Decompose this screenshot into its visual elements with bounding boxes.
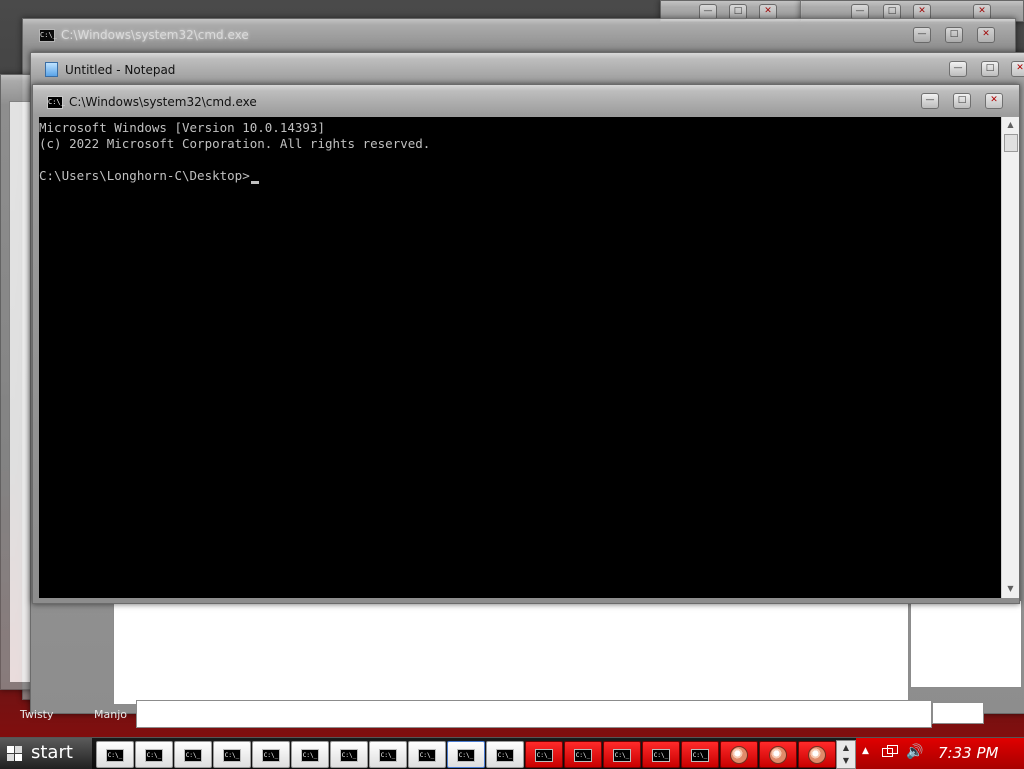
taskbar-button-cmd[interactable]: C:\_ [96,741,134,768]
cmd-icon: C:\_ [457,749,475,762]
background-window-body [136,700,932,728]
taskbar-button-cmd[interactable]: C:\_ [291,741,329,768]
cmd-icon: C:\_ [379,749,397,762]
taskbar-button-cmd[interactable]: C:\_ [135,741,173,768]
scroll-thumb[interactable] [1004,134,1018,152]
windows-logo-icon [7,746,23,762]
desktop-icon-label: Manjo [94,708,127,721]
close-button[interactable]: ✕ [1011,61,1024,77]
scroll-down-button[interactable]: ▼ [1003,581,1018,597]
desktop-icon-label: Twisty [20,708,54,721]
cmd-icon: C:\_ [652,749,670,762]
cmd-icon: C:\_ [613,749,631,762]
taskbar-button-cmd[interactable]: C:\_ [408,741,446,768]
start-label: start [31,742,73,763]
background-window-body-right [910,600,1022,688]
cmd-icon: C:\_ [47,96,65,109]
taskbar: start C:\_ C:\_ C:\_ C:\_ C:\_ C:\_ C:\_… [0,737,1024,769]
title-bar[interactable]: C:\_ C:\Windows\system32\cmd.exe — □ ✕ [23,19,1015,49]
maximize-button[interactable]: □ [981,61,999,77]
cmd-icon: C:\_ [262,749,280,762]
minimize-button[interactable]: — [949,61,967,77]
cmd-icon: C:\_ [145,749,163,762]
close-button[interactable]: ✕ [977,27,995,43]
window-title: C:\Windows\system32\cmd.exe [61,28,249,42]
taskbar-button-cmd[interactable]: C:\_ [681,741,719,768]
cmd-icon: C:\_ [301,749,319,762]
cmd-icon: C:\_ [535,749,553,762]
window-title: C:\Windows\system32\cmd.exe [69,95,257,109]
cmd-icon: C:\_ [496,749,514,762]
taskbar-button-cmd[interactable]: C:\_ [369,741,407,768]
taskbar-button-cmd[interactable]: C:\_ [213,741,251,768]
pager-down-button[interactable]: ▼ [837,754,855,767]
taskbar-button-paint[interactable] [759,741,797,768]
console-output[interactable]: Microsoft Windows [Version 10.0.14393] (… [39,117,1001,598]
cmd-icon: C:\_ [184,749,202,762]
console-prompt: C:\Users\Longhorn-C\Desktop> [39,168,250,183]
taskbar-button-cmd[interactable]: C:\_ [486,741,524,768]
taskbar-button-paint[interactable] [720,741,758,768]
cmd-icon: C:\_ [340,749,358,762]
tray-expand-icon[interactable]: ▲ [862,746,869,756]
background-window-body-small [932,702,984,724]
console-line: Microsoft Windows [Version 10.0.14393] [39,120,325,135]
cmd-icon: C:\_ [574,749,592,762]
cmd-icon: C:\_ [39,29,57,42]
title-bar[interactable]: C:\_ C:\Windows\system32\cmd.exe — □ ✕ [33,85,1019,115]
text-cursor [250,181,259,184]
taskbar-button-paint[interactable] [798,741,836,768]
close-button[interactable]: ✕ [985,93,1003,109]
paint-icon [808,746,826,764]
minimize-button[interactable]: — [913,27,931,43]
minimize-button[interactable]: — [921,93,939,109]
notepad-icon [45,62,58,77]
taskbar-button-cmd[interactable]: C:\_ [525,741,563,768]
taskbar-button-cmd[interactable]: C:\_ [252,741,290,768]
system-tray: ▲ 🔊 7:33 PM [856,738,1024,769]
maximize-button[interactable]: □ [953,93,971,109]
taskbar-button-cmd[interactable]: C:\_ [330,741,368,768]
taskbar-button-cmd-active[interactable]: C:\_ [447,741,485,768]
volume-icon[interactable]: 🔊 [906,744,923,760]
console-line: (c) 2022 Microsoft Corporation. All righ… [39,136,431,151]
taskbar-button-cmd[interactable]: C:\_ [603,741,641,768]
tray-clock[interactable]: 7:33 PM [938,744,998,762]
scroll-up-button[interactable]: ▲ [1003,117,1018,133]
paint-icon [769,746,787,764]
taskbar-button-cmd[interactable]: C:\_ [564,741,602,768]
taskbar-button-cmd[interactable]: C:\_ [642,741,680,768]
network-icon[interactable] [882,745,898,759]
title-bar[interactable]: Untitled - Notepad — □ ✕ [31,53,1024,83]
vertical-scrollbar[interactable]: ▲ ▼ [1001,117,1019,598]
paint-icon [730,746,748,764]
cmd-window[interactable]: C:\_ C:\Windows\system32\cmd.exe — □ ✕ M… [32,84,1020,604]
cmd-icon: C:\_ [691,749,709,762]
start-button[interactable]: start [0,738,92,769]
cmd-icon: C:\_ [223,749,241,762]
cmd-icon: C:\_ [106,749,124,762]
notepad-text-area[interactable] [113,603,909,705]
maximize-button[interactable]: □ [945,27,963,43]
cmd-icon: C:\_ [418,749,436,762]
taskbar-pager[interactable]: ▲ ▼ [836,740,856,769]
console-prompt-line: C:\Users\Longhorn-C\Desktop> [39,168,1001,184]
pager-up-button[interactable]: ▲ [837,741,855,754]
taskbar-button-cmd[interactable]: C:\_ [174,741,212,768]
window-title: Untitled - Notepad [65,63,176,77]
